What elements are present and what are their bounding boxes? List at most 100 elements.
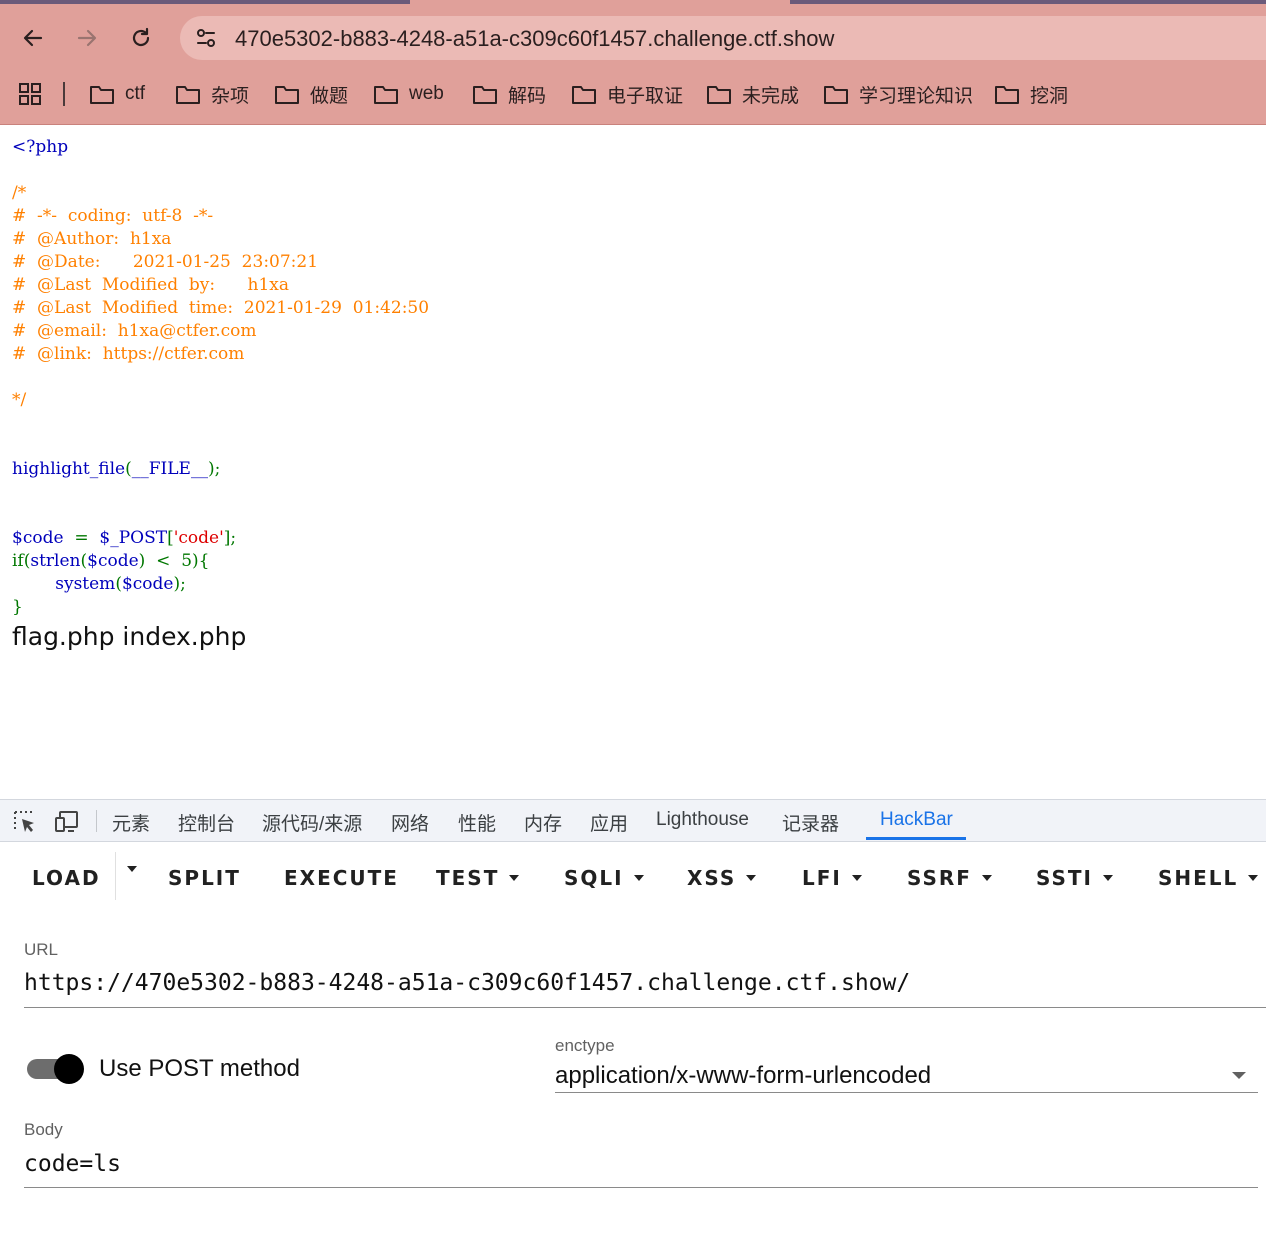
split-button[interactable]: SPLIT (168, 866, 241, 890)
site-info-icon[interactable] (192, 24, 220, 52)
bookmark-label: web (409, 83, 444, 104)
xss-menu-label: XSS (687, 866, 737, 890)
bookmark-label: ctf (125, 83, 146, 104)
tab-console[interactable]: 控制台 (178, 809, 235, 836)
test-menu-button[interactable]: TEST (436, 866, 520, 890)
folder-icon (473, 86, 497, 104)
hackbar-toolbar: LOAD SPLIT EXECUTE TEST SQLI XSS LFI SSR… (0, 850, 1266, 906)
folder-icon (824, 86, 848, 104)
back-arrow-icon[interactable] (15, 20, 51, 56)
post-method-toggle-knob[interactable] (54, 1054, 84, 1084)
code-line: # @link: https://ctfer.com (12, 344, 245, 364)
devtools-divider (96, 810, 97, 832)
bookmark-label: 学习理论知识 (859, 85, 974, 107)
chevron-down-icon[interactable] (1232, 1072, 1246, 1079)
bookmark-label: 解码 (508, 85, 547, 107)
folder-icon (275, 86, 299, 104)
bookmarks-separator (63, 82, 65, 106)
chevron-down-icon (1248, 875, 1259, 881)
bookmark-label: 挖洞 (1030, 85, 1069, 107)
reload-icon[interactable] (123, 20, 159, 56)
url-input-underline (24, 1007, 1266, 1008)
chevron-down-icon (509, 875, 520, 881)
bookmark-folder[interactable]: 学习理论知识 (823, 80, 973, 108)
tab-hackbar[interactable]: HackBar (880, 809, 953, 831)
enctype-select[interactable]: application/x-www-form-urlencoded (555, 1062, 931, 1090)
active-tab-indicator (866, 837, 966, 840)
ssrf-menu-label: SSRF (907, 866, 972, 890)
load-dropdown-button[interactable] (117, 866, 137, 872)
bookmark-folder[interactable]: 未完成 (706, 80, 799, 108)
bookmark-label: 未完成 (742, 85, 800, 107)
code-line: # -*- coding: utf-8 -*- (12, 206, 214, 226)
folder-icon (707, 86, 731, 104)
browser-toolbar: 470e5302-b883-4248-a51a-c309c60f1457.cha… (0, 0, 1266, 125)
command-output: flag.php index.php (12, 622, 247, 651)
active-tab[interactable] (410, 0, 790, 4)
tab-lighthouse[interactable]: Lighthouse (656, 809, 749, 831)
chevron-down-icon (981, 875, 992, 881)
load-button[interactable]: LOAD (32, 866, 101, 890)
test-menu-label: TEST (436, 866, 500, 890)
folder-icon (572, 86, 596, 104)
bookmark-folder[interactable]: 解码 (472, 80, 546, 108)
code-line: # @Author: h1xa (12, 229, 172, 249)
code-line: # @Date: 2021-01-25 23:07:21 (12, 252, 319, 272)
body-input[interactable]: code=ls (24, 1151, 121, 1177)
shell-menu-label: SHELL (1158, 866, 1239, 890)
url-input[interactable]: https://470e5302-b883-4248-a51a-c309c60f… (24, 970, 910, 996)
devtools-tab-bar: 元素 控制台 源代码/来源 网络 性能 内存 应用 Lighthouse 记录器… (0, 799, 1266, 842)
enctype-select-underline (555, 1092, 1258, 1093)
address-bar[interactable]: 470e5302-b883-4248-a51a-c309c60f1457.cha… (180, 16, 1266, 60)
code-line: */ (12, 390, 27, 410)
sqli-menu-label: SQLI (564, 866, 624, 890)
lfi-menu-label: LFI (802, 866, 842, 890)
execute-button[interactable]: EXECUTE (284, 866, 399, 890)
bookmark-label: 电子取证 (607, 85, 684, 107)
php-source-code: <?php /* # -*- coding: utf-8 -*- # @Auth… (12, 136, 429, 619)
sqli-menu-button[interactable]: SQLI (564, 866, 644, 890)
chevron-down-icon (1103, 875, 1113, 881)
code-line: # @email: h1xa@ctfer.com (12, 321, 257, 341)
inspect-element-icon[interactable] (12, 809, 38, 833)
device-toolbar-icon[interactable] (54, 809, 80, 833)
bookmark-folder[interactable]: web (373, 80, 444, 108)
code-line: highlight_file(__FILE__); (12, 459, 221, 479)
bookmark-folder[interactable]: 挖洞 (994, 80, 1068, 108)
bookmark-label: 做题 (310, 85, 349, 107)
bookmark-folder[interactable]: 电子取证 (571, 80, 683, 108)
apps-grid-icon[interactable] (18, 82, 42, 106)
tab-performance[interactable]: 性能 (458, 809, 496, 836)
code-line: system($code); (55, 574, 186, 594)
tab-strip (0, 0, 1266, 4)
bookmark-folder[interactable]: ctf (89, 80, 145, 108)
ssti-menu-button[interactable]: SSTI (1036, 866, 1113, 890)
chevron-down-icon (633, 875, 644, 881)
bookmark-folder[interactable]: 杂项 (175, 80, 249, 108)
tab-memory[interactable]: 内存 (524, 809, 562, 836)
address-bar-url[interactable]: 470e5302-b883-4248-a51a-c309c60f1457.cha… (235, 26, 834, 52)
bookmark-folder[interactable]: 做题 (274, 80, 348, 108)
body-input-underline (24, 1187, 1258, 1188)
forward-arrow-icon[interactable] (69, 20, 105, 56)
chevron-down-icon (127, 866, 137, 872)
code-line: <?php (12, 137, 69, 157)
tab-recorder[interactable]: 记录器 (782, 809, 839, 836)
body-field-label: Body (24, 1120, 63, 1139)
enctype-label: enctype (555, 1036, 615, 1055)
post-method-label: Use POST method (99, 1055, 300, 1082)
ssrf-menu-button[interactable]: SSRF (907, 866, 992, 890)
folder-icon (90, 86, 114, 104)
chevron-down-icon (746, 875, 757, 881)
lfi-menu-button[interactable]: LFI (802, 866, 862, 890)
shell-menu-button[interactable]: SHELL (1158, 866, 1259, 890)
tab-elements[interactable]: 元素 (112, 809, 150, 836)
code-line: $code = $_POST['code']; (12, 528, 237, 548)
tab-sources[interactable]: 源代码/来源 (262, 809, 362, 836)
tab-network[interactable]: 网络 (391, 809, 429, 836)
url-field-label: URL (24, 940, 59, 959)
bookmark-label: 杂项 (211, 85, 250, 107)
tab-application[interactable]: 应用 (590, 809, 628, 836)
folder-icon (176, 86, 200, 104)
xss-menu-button[interactable]: XSS (687, 866, 757, 890)
